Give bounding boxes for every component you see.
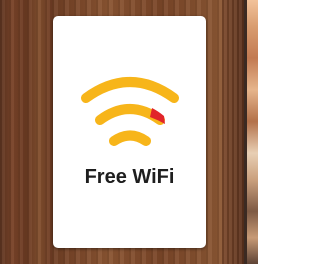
wifi-arc-inner bbox=[109, 130, 151, 146]
free-wifi-sign: Free WiFi bbox=[53, 16, 206, 248]
wood-wall-left bbox=[0, 0, 52, 264]
photo-scene: Free WiFi bbox=[0, 0, 258, 264]
wood-wall-right bbox=[222, 0, 244, 264]
wifi-arc-outer bbox=[81, 77, 179, 103]
wifi-icon bbox=[81, 77, 179, 146]
sign-label: Free WiFi bbox=[84, 166, 175, 188]
adjacent-photo bbox=[247, 0, 258, 264]
